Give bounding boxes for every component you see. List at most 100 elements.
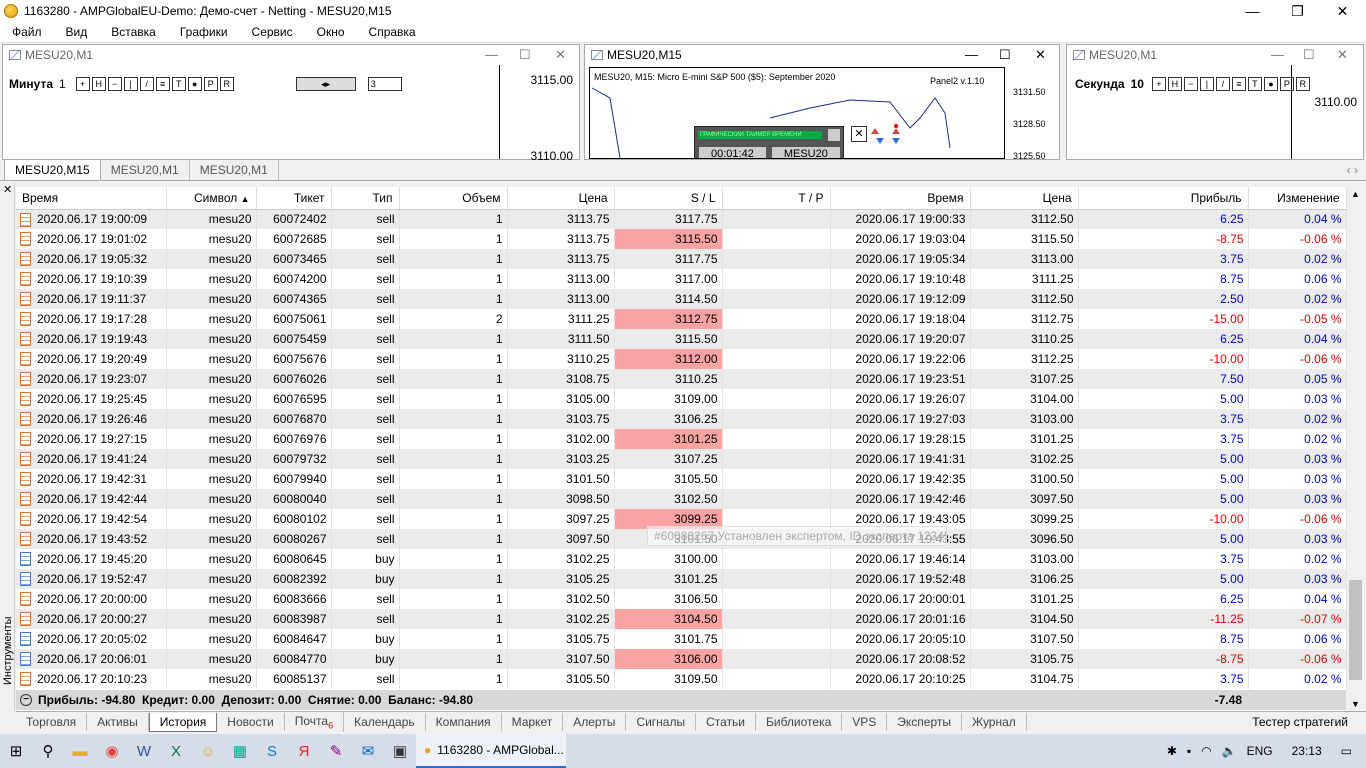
table-row[interactable]: 2020.06.17 19:25:45 mesu20 60076595 sell 1 31… (16, 389, 1347, 409)
close-icon[interactable]: ✕ (1035, 47, 1046, 63)
menu-window[interactable]: Окно (305, 25, 357, 39)
scroll-down-icon[interactable]: ▼ (1351, 699, 1360, 709)
vline-button[interactable]: | (123, 77, 138, 91)
plus-button[interactable]: + (75, 77, 90, 91)
table-row[interactable]: 2020.06.17 19:05:32 mesu20 60073465 sell 1 31… (16, 249, 1347, 269)
word-icon[interactable]: W (128, 734, 160, 768)
skype-icon[interactable]: S (256, 734, 288, 768)
table-row[interactable]: 2020.06.17 20:05:02 mesu20 60084647 buy 1 310… (16, 629, 1347, 649)
table-row[interactable]: 2020.06.17 19:45:20 mesu20 60080645 buy 1 310… (16, 549, 1347, 569)
r-button[interactable]: R (219, 77, 234, 91)
table-row[interactable]: 2020.06.17 19:17:28 mesu20 60075061 sell 2 31… (16, 309, 1347, 329)
h-button[interactable]: H (91, 77, 106, 91)
minus-button[interactable]: − (1183, 77, 1198, 91)
table-row[interactable]: 2020.06.17 19:42:44 mesu20 60080040 sell 1 30… (16, 489, 1347, 509)
tab-library[interactable]: Библиотека (756, 713, 843, 731)
text-button[interactable]: ≡ (155, 77, 170, 91)
table-row[interactable]: 2020.06.17 19:52:47 mesu20 60082392 buy 1 310… (16, 569, 1347, 589)
text-button[interactable]: ≡ (1231, 77, 1246, 91)
strategy-tester-button[interactable]: Тестер стратегий (1252, 715, 1366, 729)
restore-icon[interactable]: ☐ (1303, 47, 1315, 63)
table-row[interactable]: 2020.06.17 20:00:27 mesu20 60083987 sell 1 31… (16, 609, 1347, 629)
tab-calendar[interactable]: Календарь (344, 713, 426, 731)
close-icon[interactable]: ✕ (1337, 47, 1348, 63)
col-header-volume[interactable]: Объем (399, 187, 508, 210)
chart-tab[interactable]: MESU20,M1 (101, 160, 190, 180)
chart-tab[interactable]: MESU20,M1 (190, 160, 279, 180)
app-icon[interactable]: ▣ (384, 734, 416, 768)
restore-icon[interactable]: ☐ (999, 47, 1011, 63)
minimize-icon[interactable]: — (965, 47, 978, 62)
table-row[interactable]: 2020.06.17 19:42:31 mesu20 60079940 sell 1 31… (16, 469, 1347, 489)
restore-icon[interactable]: ☐ (519, 47, 531, 63)
col-header-profit[interactable]: Прибыль (1078, 187, 1249, 210)
col-header-time[interactable]: Время (16, 187, 167, 210)
menu-help[interactable]: Справка (357, 25, 428, 39)
table-row[interactable]: 2020.06.17 19:19:43 mesu20 60075459 sell 1 31… (16, 329, 1347, 349)
tab-mail[interactable]: Почта6 (285, 711, 345, 733)
col-header-symbol[interactable]: Символ ▲ (166, 187, 257, 210)
app-icon[interactable]: ▪ (1187, 744, 1191, 758)
close-icon[interactable]: ✕ (555, 47, 566, 63)
chrome-icon[interactable]: ◉ (96, 734, 128, 768)
label-button[interactable]: T (171, 77, 186, 91)
scroll-up-icon[interactable]: ▲ (1351, 189, 1360, 199)
tab-journal[interactable]: Журнал (962, 713, 1027, 731)
table-row[interactable]: 2020.06.17 19:10:39 mesu20 60074200 sell 1 31… (16, 269, 1347, 289)
table-row[interactable]: 2020.06.17 19:23:07 mesu20 60076026 sell 1 31… (16, 369, 1347, 389)
table-row[interactable]: 2020.06.17 19:00:09 mesu20 60072402 sell 1 31… (16, 209, 1347, 229)
tab-news[interactable]: Новости (217, 713, 285, 731)
menu-insert[interactable]: Вставка (99, 25, 168, 39)
tab-signals[interactable]: Сигналы (626, 713, 697, 731)
timer-close-icon[interactable]: ✕ (851, 126, 867, 142)
menu-file[interactable]: Файл (0, 25, 54, 39)
trend-button[interactable]: / (139, 77, 154, 91)
chart-plot-area[interactable]: MESU20, M15: Micro E-mini S&P 500 ($5): … (589, 67, 1005, 159)
dot-button[interactable]: ● (187, 77, 202, 91)
scrollbar-thumb[interactable] (1349, 580, 1362, 680)
chart-window-right[interactable]: MESU20,M1 — ☐ ✕ Секунда 10 + H − | / ≡ T… (1066, 44, 1364, 160)
dot-button[interactable]: ● (1263, 77, 1278, 91)
col-header-change[interactable]: Изменение (1248, 187, 1347, 210)
table-row[interactable]: 2020.06.17 20:06:01 mesu20 60084770 buy 1 310… (16, 649, 1347, 669)
vertical-scrollbar[interactable]: ▲ ▼ (1347, 187, 1364, 711)
label-button[interactable]: T (1247, 77, 1262, 91)
menu-charts[interactable]: Графики (168, 25, 240, 39)
mail-icon[interactable]: ✉ (352, 734, 384, 768)
timer-minimize-icon[interactable] (828, 129, 840, 141)
tab-experts[interactable]: Эксперты (887, 713, 962, 731)
col-header-close-time[interactable]: Время (830, 187, 971, 210)
table-row[interactable]: 2020.06.17 19:11:37 mesu20 60074365 sell 1 31… (16, 289, 1347, 309)
minimize-icon[interactable]: — (485, 47, 498, 62)
table-row[interactable]: 2020.06.17 19:27:15 mesu20 60076976 sell 1 31… (16, 429, 1347, 449)
h-button[interactable]: H (1167, 77, 1182, 91)
col-header-tp[interactable]: T / P (722, 187, 831, 210)
trend-button[interactable]: / (1215, 77, 1230, 91)
tab-history[interactable]: История (148, 712, 218, 732)
excel-icon[interactable]: X (160, 734, 192, 768)
volume-buttons[interactable]: ◂▸ (295, 77, 356, 91)
minimize-button[interactable]: — (1230, 0, 1275, 22)
tab-vps[interactable]: VPS (842, 713, 888, 731)
chart-window-center[interactable]: MESU20,M15 — ☐ ✕ MESU20, M15: Micro E-mi… (584, 44, 1060, 161)
tab-trade[interactable]: Торговля (16, 713, 88, 731)
table-row[interactable]: 2020.06.17 19:26:46 mesu20 60076870 sell 1 31… (16, 409, 1347, 429)
yandex-icon[interactable]: Я (288, 734, 320, 768)
timer-panel[interactable]: ГРАФИЧЕСКИЙ ТАЙМЕР ВРЕМЕНИ 00:01:42 MESU… (694, 126, 844, 158)
app-icon[interactable]: ✎ (320, 734, 352, 768)
volume-icon[interactable]: 🔈 (1222, 744, 1237, 758)
search-icon[interactable]: ⚲ (32, 734, 64, 768)
tabs-scroll-icon[interactable]: ‹ › (1339, 160, 1366, 180)
taskbar-running-app[interactable]: ● 1163280 - AMPGlobal... (416, 734, 566, 768)
file-explorer-icon[interactable]: ▬ (64, 734, 96, 768)
collapse-icon[interactable]: − (20, 694, 32, 706)
start-icon[interactable]: ⊞ (0, 734, 32, 768)
col-header-sl[interactable]: S / L (614, 187, 723, 210)
wifi-icon[interactable]: ◠ (1201, 744, 1211, 758)
app-icon[interactable]: ☺ (192, 734, 224, 768)
table-row[interactable]: 2020.06.17 19:20:49 mesu20 60075676 sell 1 31… (16, 349, 1347, 369)
close-icon[interactable]: ✕ (3, 183, 12, 196)
tab-company[interactable]: Компания (426, 713, 502, 731)
menu-tools[interactable]: Сервис (240, 25, 305, 39)
tab-assets[interactable]: Активы (87, 713, 149, 731)
